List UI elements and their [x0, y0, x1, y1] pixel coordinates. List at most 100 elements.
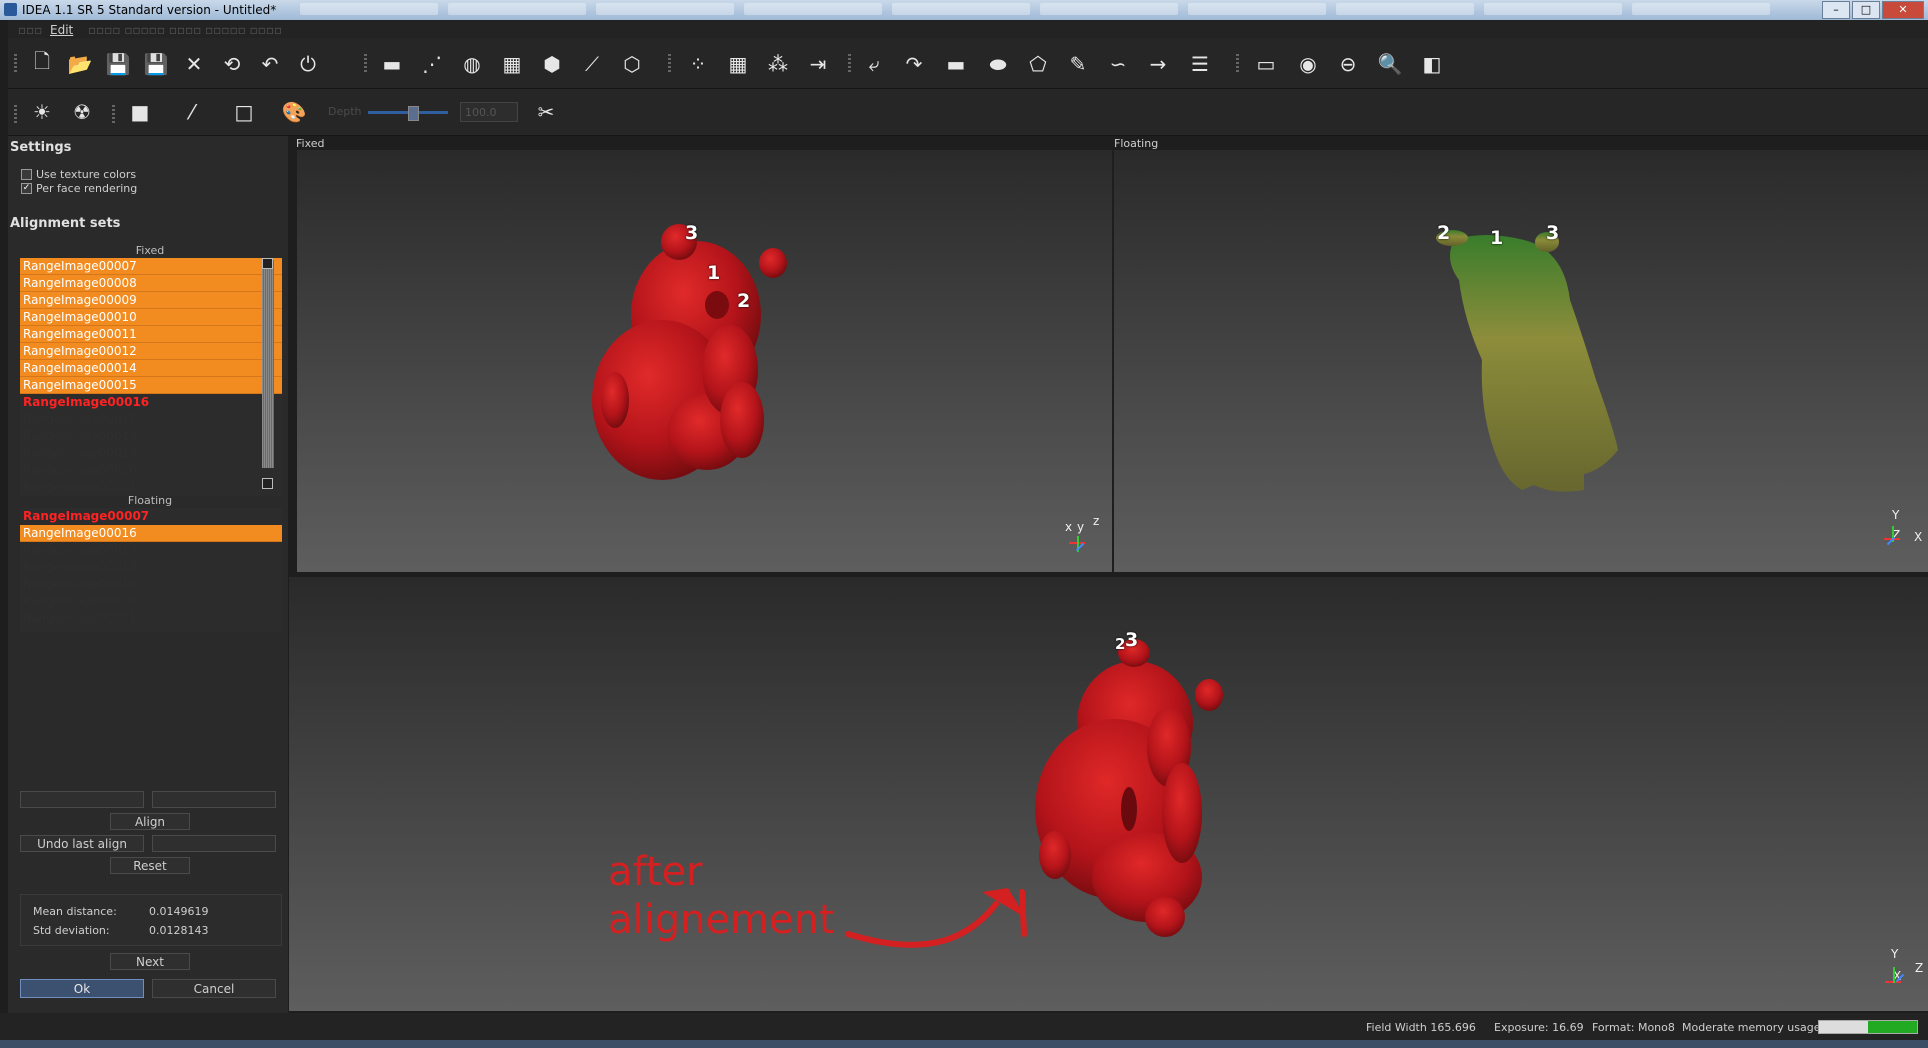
cancel-button[interactable]: Cancel: [152, 979, 276, 998]
rectangle-icon[interactable]: ▬: [942, 50, 970, 78]
toolbar-grip[interactable]: [14, 54, 17, 74]
light-icon[interactable]: ☀: [28, 98, 56, 126]
list-item[interactable]: RangeImage00009: [20, 292, 282, 309]
toolbar-grip[interactable]: [668, 54, 671, 74]
use-texture-colors-checkbox[interactable]: Use texture colors: [21, 168, 136, 181]
curve-icon[interactable]: ⤶: [860, 50, 888, 78]
point-3-marker[interactable]: 3: [1125, 629, 1138, 651]
checkbox-box[interactable]: ✓: [21, 183, 32, 194]
list-item[interactable]: RangeImage00007: [20, 508, 282, 525]
list-icon[interactable]: ☰: [1186, 50, 1214, 78]
delete-icon[interactable]: ✕: [180, 50, 208, 78]
flip-icon[interactable]: ⇥: [804, 50, 832, 78]
list-item[interactable]: RangeImage00008: [20, 275, 282, 292]
view-icon[interactable]: ◉: [1294, 50, 1322, 78]
list-item[interactable]: RangeImage00007: [20, 258, 282, 275]
merge-icon[interactable]: ⬢: [538, 50, 566, 78]
depth-input[interactable]: 100.0: [460, 102, 518, 122]
save-as-icon[interactable]: 💾: [142, 50, 170, 78]
list-item[interactable]: RangeImage00019: [20, 576, 282, 593]
list-item[interactable]: RangeImage00021: [20, 610, 282, 627]
power-icon[interactable]: ⏻: [294, 50, 322, 78]
list-item[interactable]: RangeImage00017: [20, 411, 282, 428]
floating-list[interactable]: RangeImage00007 RangeImage00016 RangeImage…: [20, 508, 282, 632]
fixed-toggle-top[interactable]: [262, 258, 273, 269]
square-icon[interactable]: ■: [126, 98, 154, 126]
fixed-scrollbar[interactable]: [262, 260, 274, 468]
plane-icon[interactable]: ⊖: [1334, 50, 1362, 78]
grid-small-icon[interactable]: ⁘: [684, 50, 712, 78]
undo-last-align-button[interactable]: Undo last align: [20, 835, 144, 852]
fixed-viewport[interactable]: 3 1 2 x y z: [297, 150, 1112, 572]
toolbar-grip[interactable]: [848, 54, 851, 74]
point-1-marker[interactable]: 1: [1490, 227, 1503, 249]
grid-icon[interactable]: ▦: [724, 50, 752, 78]
blank-button-left[interactable]: [20, 791, 144, 808]
material-icon[interactable]: ☢: [68, 98, 96, 126]
line-curve-icon[interactable]: ∽: [1104, 50, 1132, 78]
fixed-toggle-bottom[interactable]: [262, 478, 273, 489]
list-item[interactable]: RangeImage00010: [20, 309, 282, 326]
list-item[interactable]: RangeImage00014: [20, 360, 282, 377]
polygon-icon[interactable]: ⬠: [1024, 50, 1052, 78]
scanner-icon[interactable]: ▬: [378, 50, 406, 78]
depth-slider[interactable]: [368, 106, 448, 121]
checkbox-box[interactable]: [21, 169, 32, 180]
result-viewport[interactable]: 3 2 Y Z X: [289, 577, 1928, 1011]
floating-viewport[interactable]: 2 1 3 Y Z X: [1114, 150, 1928, 572]
scatter-icon[interactable]: ⁂: [764, 50, 792, 78]
point-2-marker[interactable]: 2: [1437, 222, 1450, 244]
list-item[interactable]: RangeImage00017: [20, 542, 282, 559]
list-item[interactable]: RangeImage00020: [20, 462, 282, 479]
point-3-marker[interactable]: 3: [685, 222, 698, 244]
pick-icon[interactable]: ⁄: [178, 98, 206, 126]
toolbar-grip[interactable]: [14, 105, 17, 125]
color-swatch-icon[interactable]: □: [230, 98, 258, 126]
list-item[interactable]: RangeImage00012: [20, 343, 282, 360]
line-icon[interactable]: →: [1144, 50, 1172, 78]
align-button[interactable]: Align: [110, 813, 190, 830]
toolbar-grip[interactable]: [112, 105, 115, 125]
point-1-marker[interactable]: 1: [707, 262, 720, 284]
list-item[interactable]: RangeImage00020: [20, 593, 282, 610]
points-icon[interactable]: ⋰: [418, 50, 446, 78]
palette-icon[interactable]: 🎨: [280, 98, 308, 126]
next-button[interactable]: Next: [110, 953, 190, 970]
per-face-rendering-checkbox[interactable]: ✓ Per face rendering: [21, 182, 137, 195]
box-icon[interactable]: ◧: [1418, 50, 1446, 78]
hexagon-icon[interactable]: ⬡: [618, 50, 646, 78]
zoom-icon[interactable]: 🔍: [1376, 50, 1404, 78]
point-3-marker[interactable]: 3: [1546, 222, 1559, 244]
open-folder-icon[interactable]: 📂: [66, 50, 94, 78]
toolbar-grip[interactable]: [1236, 54, 1239, 74]
list-item[interactable]: RangeImage00016: [20, 525, 282, 542]
window-icon[interactable]: ▭: [1252, 50, 1280, 78]
save-icon[interactable]: 💾: [104, 50, 132, 78]
new-file-icon[interactable]: 🗋: [28, 49, 56, 78]
list-item[interactable]: RangeImage00011: [20, 326, 282, 343]
freeform-icon[interactable]: ✎: [1064, 50, 1092, 78]
list-item[interactable]: RangeImage00015: [20, 377, 282, 394]
reset-button[interactable]: Reset: [110, 857, 190, 874]
arc-icon[interactable]: ↷: [900, 50, 928, 78]
slider-handle[interactable]: [408, 106, 419, 121]
list-item[interactable]: RangeImage00018: [20, 559, 282, 576]
toolbar-grip[interactable]: [364, 54, 367, 74]
menu-item-hidden[interactable]: ▫▫▫▫ ▫▫▫▫▫ ▫▫▫▫ ▫▫▫▫▫ ▫▫▫▫: [88, 23, 282, 37]
blank-button-right[interactable]: [152, 791, 276, 808]
point-2-marker[interactable]: 2: [1115, 635, 1125, 653]
fixed-list[interactable]: RangeImage00007 RangeImage00008 RangeImage…: [20, 258, 282, 496]
ellipse-icon[interactable]: ⬬: [984, 50, 1012, 78]
tools-icon[interactable]: ✂: [532, 98, 560, 126]
texture-icon[interactable]: ▦: [498, 50, 526, 78]
list-item[interactable]: RangeImage00019: [20, 445, 282, 462]
maximize-button[interactable]: □: [1852, 1, 1880, 19]
close-button[interactable]: ✕: [1882, 1, 1924, 19]
point-2-marker[interactable]: 2: [737, 290, 750, 312]
split-icon[interactable]: ⟋: [578, 50, 606, 78]
minimize-button[interactable]: –: [1822, 1, 1850, 19]
globe-icon[interactable]: ◍: [458, 50, 486, 78]
list-item[interactable]: RangeImage00018: [20, 428, 282, 445]
ok-button[interactable]: Ok: [20, 979, 144, 998]
blank-button-right-2[interactable]: [152, 835, 276, 852]
